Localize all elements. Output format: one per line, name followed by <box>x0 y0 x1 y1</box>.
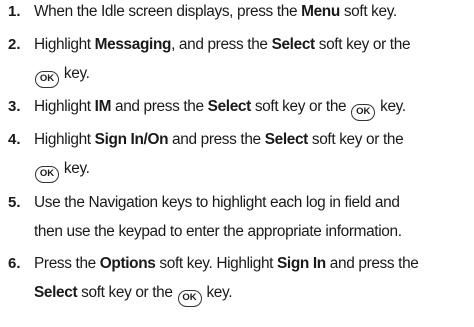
instruction-steps: 1. When the Idle screen displays, press … <box>0 0 474 327</box>
step-number: 1. <box>8 3 21 20</box>
step-text: Highlight Messaging, and press the Selec… <box>34 30 472 88</box>
step-text: Press the Options soft key. Highlight Si… <box>34 249 472 307</box>
step-number: 2. <box>8 36 21 53</box>
step-line: Highlight IM and press the Select soft k… <box>34 92 472 121</box>
step-number: 3. <box>8 98 21 115</box>
step-line: OK key. <box>34 154 472 183</box>
step-text: Highlight Sign In/On and press the Selec… <box>34 125 472 183</box>
step-line: then use the keypad to enter the appropr… <box>34 223 402 240</box>
ok-key-icon: OK <box>35 71 59 88</box>
step-text: Highlight IM and press the Select soft k… <box>34 92 472 121</box>
step-number: 4. <box>8 131 21 148</box>
step-line: Select soft key or the OK key. <box>34 278 472 307</box>
step-text: When the Idle screen displays, press the… <box>34 0 472 26</box>
step-line: Highlight Sign In/On and press the Selec… <box>34 131 404 148</box>
ok-key-icon: OK <box>35 166 59 183</box>
step-line: Use the Navigation keys to highlight eac… <box>34 194 400 211</box>
step-line: When the Idle screen displays, press the… <box>34 3 397 20</box>
ok-key-icon: OK <box>177 290 202 307</box>
step-line: OK key. <box>34 59 472 88</box>
step-line: Highlight Messaging, and press the Selec… <box>34 36 411 53</box>
step-number: 5. <box>8 194 21 211</box>
step-number: 6. <box>8 255 21 272</box>
step-text: Use the Navigation keys to highlight eac… <box>34 188 472 246</box>
step-line: Press the Options soft key. Highlight Si… <box>34 255 419 272</box>
ok-key-icon: OK <box>351 104 376 121</box>
